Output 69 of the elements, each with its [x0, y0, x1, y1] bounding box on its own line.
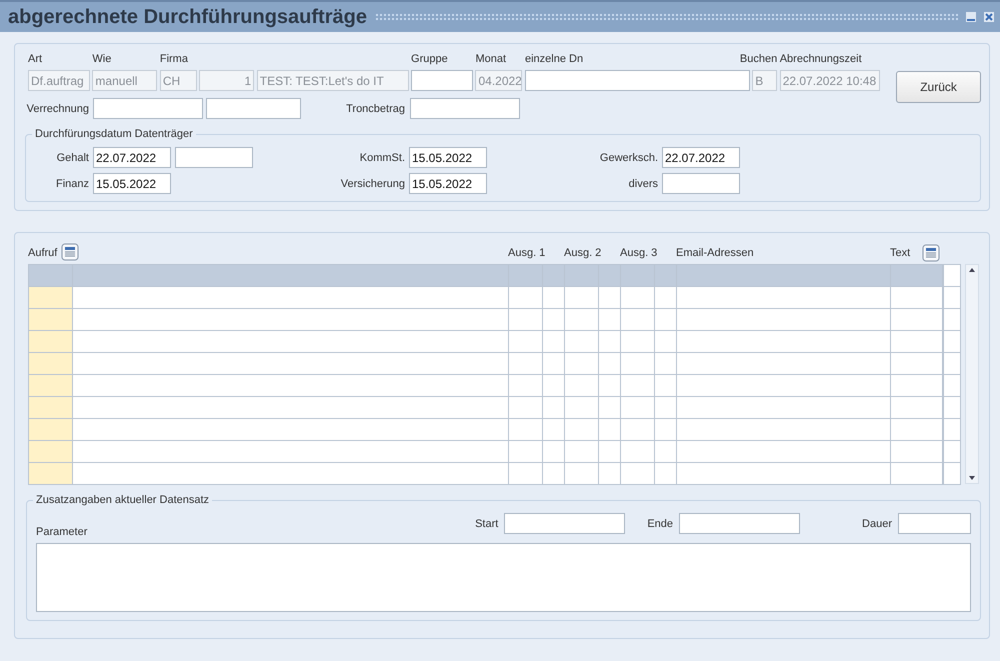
table-cell	[943, 375, 961, 397]
table-cell	[943, 419, 961, 441]
field-label: Start	[475, 518, 498, 530]
input-field[interactable]	[206, 98, 301, 119]
table-row[interactable]	[29, 397, 943, 419]
input-field[interactable]	[898, 513, 971, 534]
column-header: Aufruf	[28, 247, 58, 259]
group-title: Zusatzangaben aktueller Datensatz	[33, 494, 212, 506]
calendar-icon[interactable]	[61, 242, 80, 260]
field-label: Gruppe	[411, 53, 449, 67]
column-header: Ausg. 2	[564, 247, 602, 259]
window-title: abgerechnete Durchführungsaufträge	[8, 6, 367, 28]
input-field[interactable]: 15.05.2022	[409, 147, 487, 168]
column-header: Email-Adressen	[676, 247, 754, 259]
field-label: Dauer	[862, 518, 892, 530]
table-cell	[943, 265, 961, 287]
close-icon[interactable]	[984, 12, 994, 22]
table-row[interactable]	[29, 441, 943, 463]
table-row[interactable]	[29, 419, 943, 441]
field-label: divers	[628, 178, 658, 190]
table-row[interactable]	[29, 309, 943, 331]
field-label: Art	[28, 53, 44, 67]
table-cell	[943, 331, 961, 353]
table-row[interactable]	[29, 463, 943, 485]
table-cell	[943, 397, 961, 419]
table-row[interactable]	[29, 287, 943, 309]
field-label: Finanz	[54, 178, 89, 190]
table-cell	[943, 287, 961, 309]
input-field[interactable]: 22.07.2022	[662, 147, 740, 168]
table-cell	[943, 309, 961, 331]
table-row[interactable]	[29, 375, 943, 397]
group-title: Durchfürungsdatum Datenträger	[32, 128, 196, 140]
input-field[interactable]	[410, 98, 520, 119]
input-field[interactable]: 15.05.2022	[93, 173, 171, 194]
column-header: Ausg. 3	[620, 247, 658, 259]
field-label: KommSt.	[358, 152, 405, 164]
input-field[interactable]	[411, 70, 473, 91]
field-label: Verrechnung	[26, 102, 89, 114]
field-label: Troncbetrag	[345, 102, 405, 114]
table-cell	[943, 441, 961, 463]
minimize-icon[interactable]	[966, 12, 976, 22]
field-label: Gehalt	[56, 152, 89, 164]
table-row[interactable]	[29, 331, 943, 353]
input-field[interactable]	[662, 173, 740, 194]
back-button[interactable]: Zurück	[896, 71, 981, 103]
field-label: Monat	[475, 53, 508, 67]
column-header: Text	[890, 247, 910, 259]
field-label: Parameter	[36, 526, 88, 540]
field-label: Ende	[647, 518, 674, 530]
table-row[interactable]	[29, 353, 943, 375]
input-field[interactable]	[504, 513, 626, 534]
calendar-icon[interactable]	[922, 244, 940, 262]
table-cell	[943, 463, 961, 485]
field-label: Gewerksch.	[598, 152, 658, 164]
field-label: Versicherung	[340, 178, 405, 190]
table-cell	[943, 353, 961, 375]
input-field[interactable]	[524, 70, 750, 91]
parameter-field[interactable]	[36, 543, 971, 612]
field-label: Firma	[160, 53, 189, 67]
input-field[interactable]: 15.05.2022	[409, 173, 487, 194]
input-field[interactable]	[679, 513, 800, 534]
field-label: Abrechnungszeit	[780, 53, 863, 67]
input-field[interactable]	[175, 147, 253, 168]
input-field[interactable]: 22.07.2022	[93, 147, 171, 168]
input-field[interactable]	[93, 98, 203, 119]
field-label: Buchen	[740, 53, 778, 67]
field-label: Wie	[92, 53, 112, 67]
column-header: Ausg. 1	[508, 247, 546, 259]
scrollbar[interactable]	[965, 264, 979, 484]
